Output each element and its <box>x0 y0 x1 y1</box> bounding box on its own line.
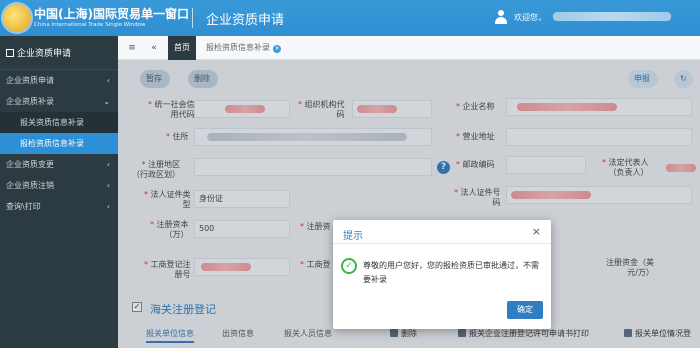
dialog-message: 尊敬的用户您好，您的报检资质已审批通过，不需要补录 <box>363 261 539 284</box>
brand-english: China International Trade Single Window <box>34 22 146 28</box>
user-icon[interactable] <box>495 10 507 24</box>
close-icon[interactable]: × <box>273 45 281 53</box>
sidebar-title-label: 企业资质申请 <box>17 49 72 59</box>
sidebar-item-label: 企业资质注销 <box>6 181 54 190</box>
sidebar-item-label: 企业资质补录 <box>6 97 54 106</box>
sidebar-item-label: 报关资质信息补录 <box>20 118 84 127</box>
menu-icon[interactable]: ≡ <box>122 36 142 60</box>
sidebar-item-customs-supplement[interactable]: 报关资质信息补录 <box>0 112 118 133</box>
chevron-left-icon: ‹ <box>106 160 110 169</box>
header-divider <box>192 8 193 28</box>
page-title: 企业资质申请 <box>206 13 285 28</box>
brand-name: 中国(上海)国际贸易单一窗口 <box>34 7 189 21</box>
logo-icon <box>3 4 31 32</box>
sidebar-title: 企业资质申请 <box>0 36 118 70</box>
chevron-left-icon: ‹ <box>106 202 110 211</box>
chevron-left-icon: ‹ <box>106 76 110 85</box>
confirm-button[interactable]: 确定 <box>507 301 543 319</box>
dialog-title: 提示 <box>343 231 363 242</box>
tab-bar: ≡ « 首页 报检资质信息补录 × <box>118 36 700 60</box>
success-check-icon: ✓ <box>341 258 357 274</box>
chevron-left-icon: ‹ <box>106 181 110 190</box>
tab-home[interactable]: 首页 <box>168 36 196 60</box>
tab-label: 首页 <box>174 43 190 52</box>
sidebar: 企业资质申请 企业资质申请 ‹ 企业资质补录 ⌄ 报关资质信息补录 报检资质信息补录… <box>0 36 118 348</box>
welcome-text: 欢迎您， <box>514 13 546 22</box>
top-header: 中国(上海)国际贸易单一窗口 China International Trade… <box>0 0 700 36</box>
username-redacted <box>553 12 671 21</box>
sidebar-item-label: 查询\打印 <box>6 202 41 211</box>
sidebar-item-query-print[interactable]: 查询\打印 ‹ <box>0 196 118 217</box>
back-icon[interactable]: « <box>144 36 164 60</box>
sidebar-item-label: 报检资质信息补录 <box>20 139 84 148</box>
sidebar-item-cancel[interactable]: 企业资质注销 ‹ <box>0 175 118 196</box>
sidebar-item-label: 企业资质申请 <box>6 76 54 85</box>
tab-inspection-supplement[interactable]: 报检资质信息补录 × <box>200 36 287 60</box>
notice-dialog: 提示 × ✓ 尊敬的用户您好，您的报检资质已审批通过，不需要补录 确定 <box>333 220 551 329</box>
grid-icon <box>6 49 14 57</box>
sidebar-item-label: 企业资质变更 <box>6 160 54 169</box>
sidebar-item-apply[interactable]: 企业资质申请 ‹ <box>0 70 118 91</box>
chevron-down-icon: ⌄ <box>103 97 110 106</box>
sidebar-item-supplement[interactable]: 企业资质补录 ⌄ <box>0 91 118 112</box>
tab-label: 报检资质信息补录 <box>206 43 270 52</box>
close-icon[interactable]: × <box>532 225 541 238</box>
dialog-header: 提示 × <box>333 220 551 244</box>
sidebar-item-change[interactable]: 企业资质变更 ‹ <box>0 154 118 175</box>
sidebar-item-inspection-supplement[interactable]: 报检资质信息补录 <box>0 133 118 154</box>
